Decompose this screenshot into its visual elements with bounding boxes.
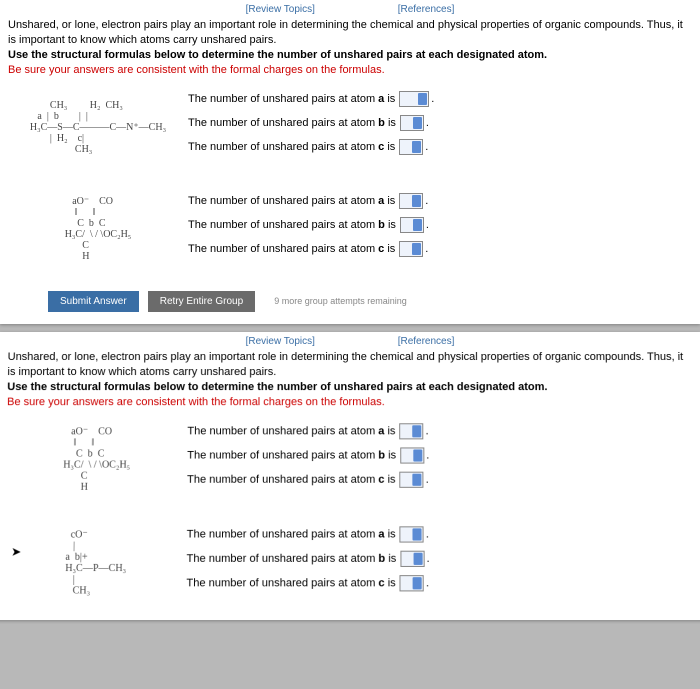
link-review-topics-2[interactable]: [Review Topics] xyxy=(246,336,315,347)
questions-4: The number of unshared pairs at atom a i… xyxy=(186,527,695,600)
q2c: The number of unshared pairs at atom c i… xyxy=(188,241,692,257)
intro-text: Unshared, or lone, electron pairs play a… xyxy=(8,18,692,77)
structure-4: cO⁻ | a b|+ H₃C—P—CH₃ | CH₃ xyxy=(4,523,186,604)
q1a: The number of unshared pairs at atom a i… xyxy=(188,91,692,107)
questions-3: The number of unshared pairs at atom a i… xyxy=(187,424,694,497)
structure-1-formula: CH₃ H₂ CH₃ a | b | | H₃C—S—C———C—N⁺—CH₃ … xyxy=(30,100,166,155)
top-links-2: [Review Topics] [References] xyxy=(8,336,692,347)
answer-input-3b[interactable] xyxy=(400,448,424,464)
q1c: The number of unshared pairs at atom c i… xyxy=(188,139,692,155)
problem-panel-1: [Review Topics] [References] Unshared, o… xyxy=(0,0,700,324)
link-references[interactable]: [References] xyxy=(398,4,455,15)
answer-input-4b[interactable] xyxy=(400,551,424,567)
structure-3-formula: aO⁻ CO ‖ ‖ C b C H₃C/ \ / \OC₂H₅ C H xyxy=(63,427,131,494)
q4c: The number of unshared pairs at atom c i… xyxy=(186,576,695,592)
intro-line3: Be sure your answers are consistent with… xyxy=(8,64,385,76)
intro2-line1: Unshared, or lone, electron pairs play a… xyxy=(7,351,683,378)
answer-input-1b[interactable] xyxy=(400,115,424,131)
answer-input-3c[interactable] xyxy=(400,472,424,488)
attempts-remaining: 9 more group attempts remaining xyxy=(264,291,417,311)
q2b: The number of unshared pairs at atom b i… xyxy=(188,217,692,233)
link-review-topics[interactable]: [Review Topics] xyxy=(246,4,315,15)
retry-button[interactable]: Retry Entire Group xyxy=(148,291,255,312)
q1b: The number of unshared pairs at atom b i… xyxy=(188,115,692,131)
q3b: The number of unshared pairs at atom b i… xyxy=(187,448,694,464)
problem-row-3: aO⁻ CO ‖ ‖ C b C H₃C/ \ / \OC₂H₅ C H The… xyxy=(6,420,694,501)
q3a: The number of unshared pairs at atom a i… xyxy=(187,424,693,440)
q3c: The number of unshared pairs at atom c i… xyxy=(187,472,694,488)
answer-input-4a[interactable] xyxy=(400,527,424,543)
problem-row-1: CH₃ H₂ CH₃ a | b | | H₃C—S—C———C—N⁺—CH₃ … xyxy=(8,87,692,167)
questions-1: The number of unshared pairs at atom a i… xyxy=(188,91,692,163)
structure-2-formula: aO⁻ CO ‖ ‖ C b C H₃C/ \ / \OC₂H₅ C H xyxy=(65,196,132,262)
answer-input-2a[interactable] xyxy=(399,193,423,209)
intro-line2: Use the structural formulas below to det… xyxy=(8,49,547,61)
questions-2: The number of unshared pairs at atom a i… xyxy=(188,193,692,265)
problem-panel-2: [Review Topics] [References] Unshared, o… xyxy=(0,332,700,620)
top-links: [Review Topics] [References] xyxy=(8,4,692,15)
intro2-line2: Use the structural formulas below to det… xyxy=(7,381,547,393)
submit-button[interactable]: Submit Answer xyxy=(48,291,139,312)
answer-input-4c[interactable] xyxy=(400,576,424,592)
button-row: Submit Answer Retry Entire Group 9 more … xyxy=(48,291,692,312)
structure-1: CH₃ H₂ CH₃ a | b | | H₃C—S—C———C—N⁺—CH₃ … xyxy=(8,87,188,167)
structure-3: aO⁻ CO ‖ ‖ C b C H₃C/ \ / \OC₂H₅ C H xyxy=(6,420,188,501)
answer-input-1c[interactable] xyxy=(399,139,423,155)
answer-input-1a[interactable] xyxy=(399,91,429,107)
q2a: The number of unshared pairs at atom a i… xyxy=(188,193,692,209)
answer-input-2b[interactable] xyxy=(400,217,424,233)
link-references-2[interactable]: [References] xyxy=(398,336,455,347)
intro-line1: Unshared, or lone, electron pairs play a… xyxy=(8,19,683,46)
answer-input-3a[interactable] xyxy=(399,424,423,440)
structure-4-formula: cO⁻ | a b|+ H₃C—P—CH₃ | CH₃ xyxy=(65,530,127,597)
q4a: The number of unshared pairs at atom a i… xyxy=(187,527,695,543)
problem-row-2: aO⁻ CO ‖ ‖ C b C H₃C/ \ / \OC₂H₅ C H The… xyxy=(8,189,692,269)
problem-row-4: cO⁻ | a b|+ H₃C—P—CH₃ | CH₃ The number o… xyxy=(4,523,695,604)
q4b: The number of unshared pairs at atom b i… xyxy=(187,551,696,567)
intro2-line3: Be sure your answers are consistent with… xyxy=(7,396,385,408)
structure-2: aO⁻ CO ‖ ‖ C b C H₃C/ \ / \OC₂H₅ C H xyxy=(8,189,188,269)
intro-text-2: Unshared, or lone, electron pairs play a… xyxy=(7,350,693,410)
answer-input-2c[interactable] xyxy=(399,241,423,257)
